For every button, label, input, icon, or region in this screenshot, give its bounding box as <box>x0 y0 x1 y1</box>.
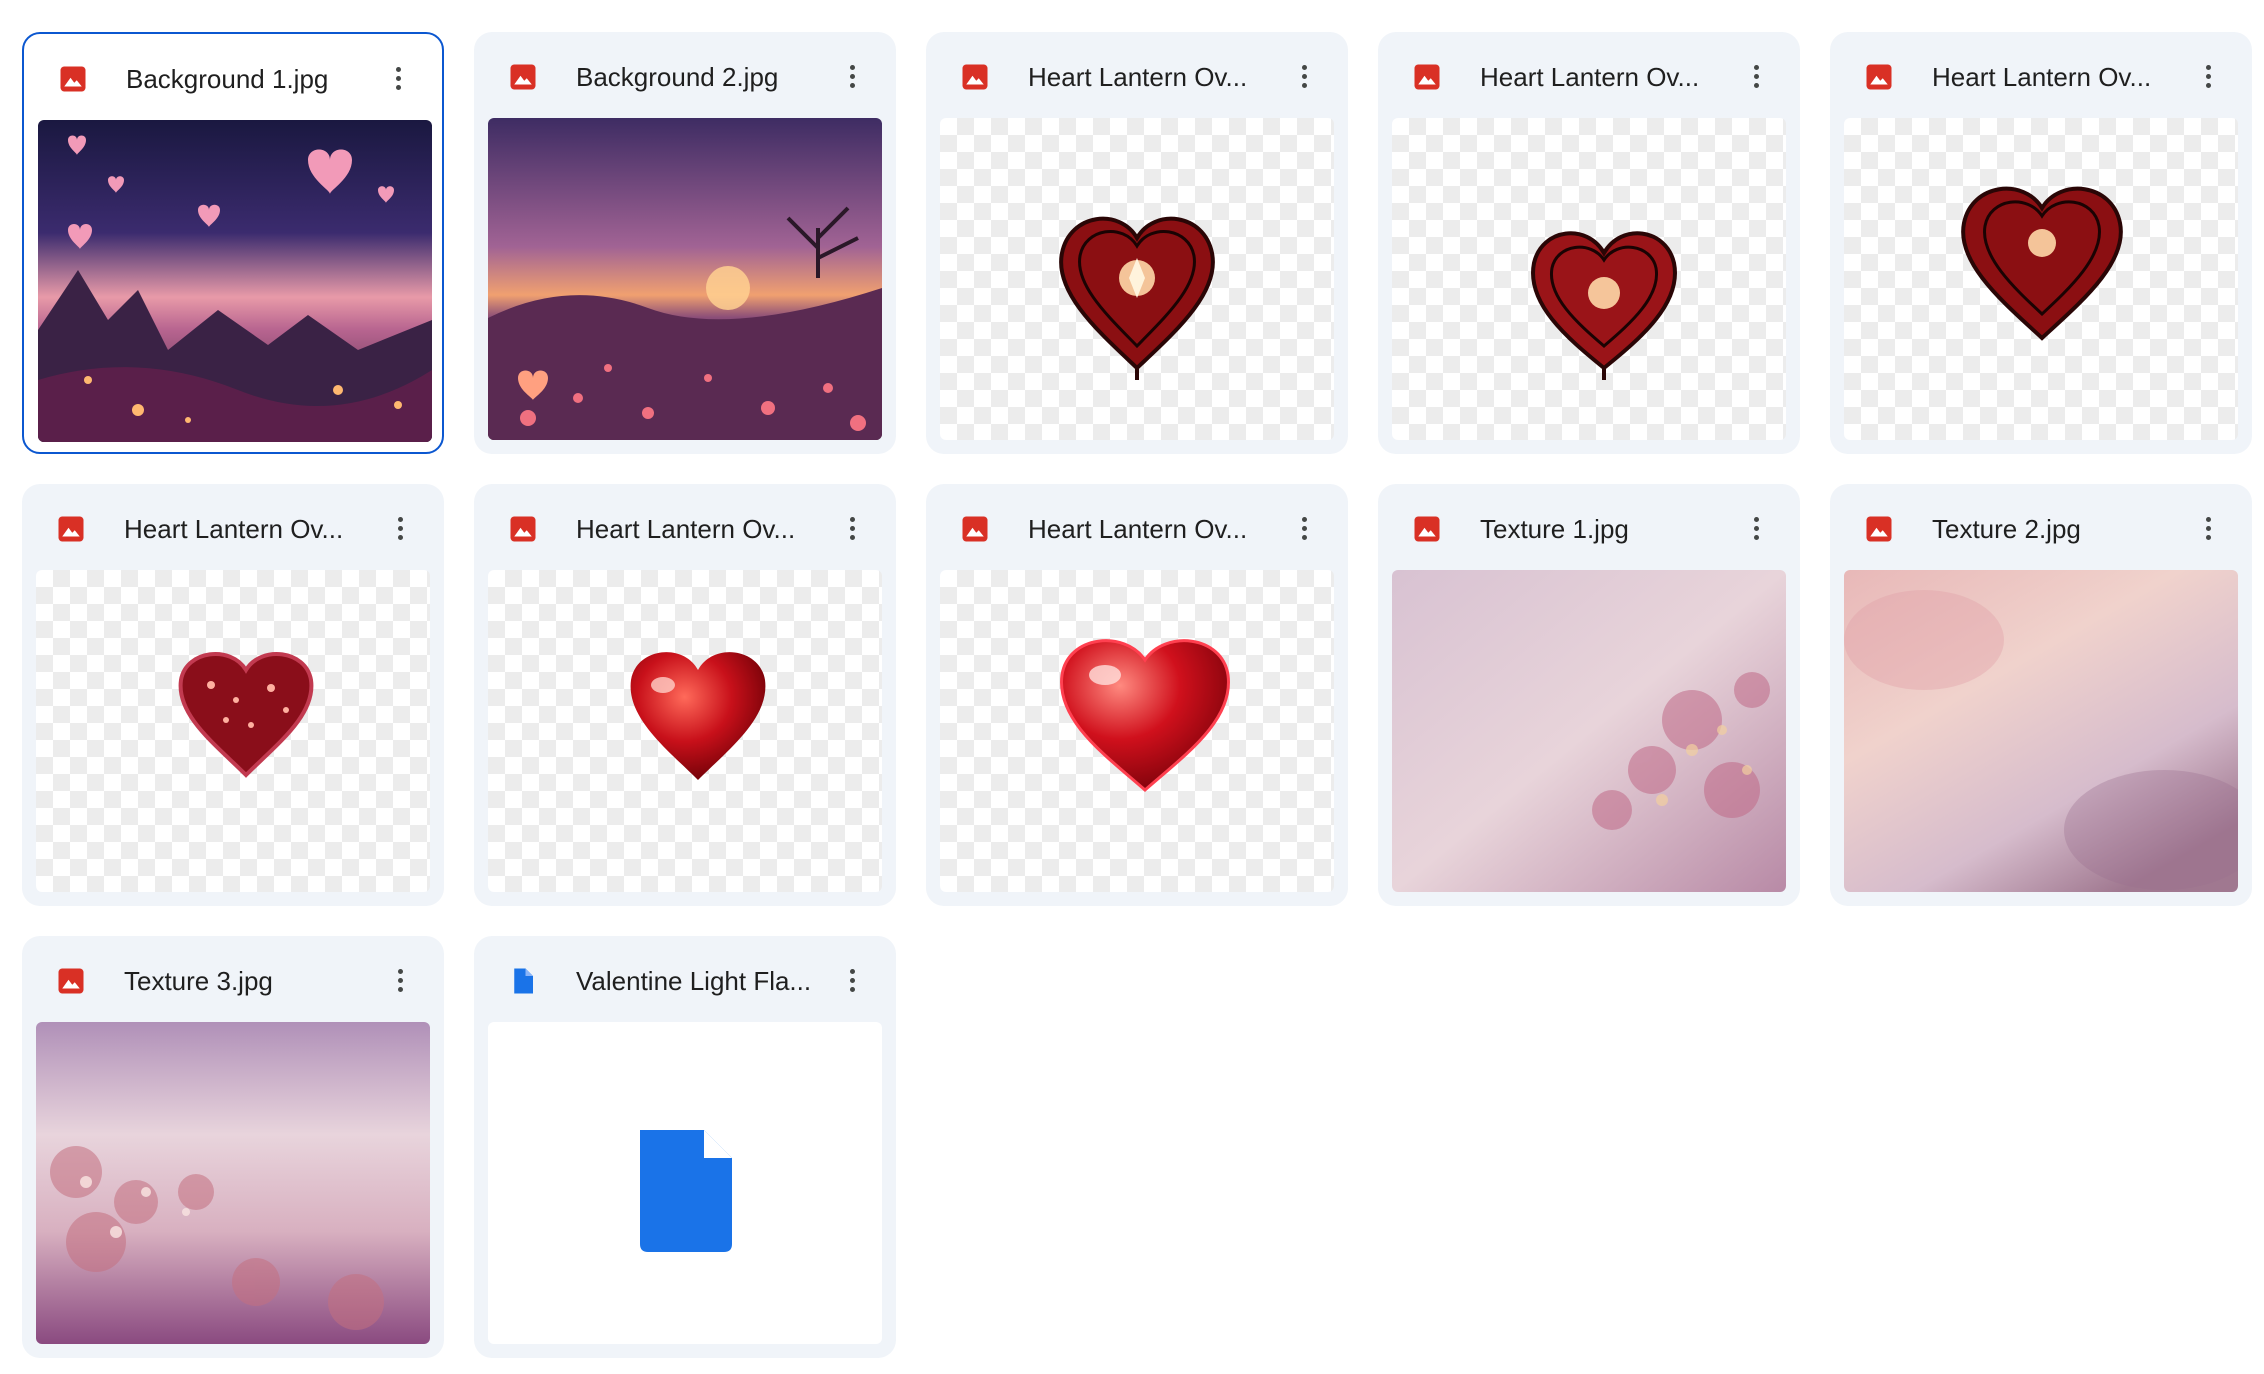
ornate-heart-lantern-image <box>1961 186 2123 341</box>
file-name: Heart Lantern Ov... <box>124 514 344 544</box>
night-sky-heart-balloons-image <box>38 120 432 442</box>
file-card-texture-1[interactable]: Texture 1.jpg <box>1378 484 1800 906</box>
file-thumbnail[interactable] <box>36 1022 430 1344</box>
image-file-icon <box>58 968 84 994</box>
image-file-icon <box>510 516 536 542</box>
floral-pink-texture-image <box>1392 570 1786 892</box>
file-card-background-1[interactable]: Background 1.jpg <box>22 32 444 454</box>
file-name: Texture 3.jpg <box>124 966 273 996</box>
red-glass-heart-image <box>1060 639 1230 792</box>
more-actions-button[interactable] <box>2190 510 2226 546</box>
more-actions-button[interactable] <box>382 962 418 998</box>
glowing-heart-balloon-image <box>178 652 314 778</box>
file-card-heart-lantern-3[interactable]: Heart Lantern Ov... <box>1830 32 2252 454</box>
more-actions-button[interactable] <box>834 510 870 546</box>
more-actions-button[interactable] <box>1738 510 1774 546</box>
file-card-heart-lantern-6[interactable]: Heart Lantern Ov... <box>926 484 1348 906</box>
file-card-header: Heart Lantern Ov... <box>926 484 1348 572</box>
file-card-header: Texture 3.jpg <box>22 936 444 1024</box>
file-card-heart-lantern-2[interactable]: Heart Lantern Ov... <box>1378 32 1800 454</box>
file-card-header: Background 2.jpg <box>474 32 896 120</box>
file-thumbnail[interactable] <box>36 570 430 892</box>
ornate-heart-lantern-image <box>1059 216 1215 380</box>
file-card-heart-lantern-4[interactable]: Heart Lantern Ov... <box>22 484 444 906</box>
file-thumbnail[interactable] <box>488 1022 882 1344</box>
file-card-texture-3[interactable]: Texture 3.jpg <box>22 936 444 1358</box>
file-card-header: Valentine Light Fla... <box>474 936 896 1024</box>
file-card-heart-lantern-5[interactable]: Heart Lantern Ov... <box>474 484 896 906</box>
image-file-icon <box>1414 516 1440 542</box>
more-actions-button[interactable] <box>834 962 870 998</box>
image-file-icon <box>1414 64 1440 90</box>
floral-purple-texture-image <box>36 1022 430 1344</box>
file-card-background-2[interactable]: Background 2.jpg <box>474 32 896 454</box>
file-thumbnail[interactable] <box>488 118 882 440</box>
image-file-icon <box>60 66 86 92</box>
file-card-header: Texture 2.jpg <box>1830 484 2252 572</box>
file-card-header: Heart Lantern Ov... <box>1830 32 2252 120</box>
file-card-header: Heart Lantern Ov... <box>926 32 1348 120</box>
file-card-valentine-light-flare[interactable]: Valentine Light Fla... <box>474 936 896 1358</box>
more-actions-button[interactable] <box>382 510 418 546</box>
more-actions-button[interactable] <box>1286 58 1322 94</box>
file-name: Valentine Light Fla... <box>576 966 812 996</box>
more-actions-button[interactable] <box>380 60 416 96</box>
image-file-icon <box>962 64 988 90</box>
file-name: Heart Lantern Ov... <box>1028 62 1248 92</box>
more-actions-button[interactable] <box>2190 58 2226 94</box>
file-name: Texture 1.jpg <box>1480 514 1629 544</box>
red-foil-heart-balloon-image <box>630 652 766 780</box>
file-card-heart-lantern-1[interactable]: Heart Lantern Ov... <box>926 32 1348 454</box>
file-thumbnail[interactable] <box>940 118 1334 440</box>
file-thumbnail[interactable] <box>488 570 882 892</box>
file-card-header: Texture 1.jpg <box>1378 484 1800 572</box>
file-thumbnail[interactable] <box>1392 570 1786 892</box>
image-file-icon <box>1866 64 1892 90</box>
file-card-header: Heart Lantern Ov... <box>22 484 444 572</box>
file-name: Heart Lantern Ov... <box>1028 514 1248 544</box>
file-card-header: Heart Lantern Ov... <box>474 484 896 572</box>
soft-pink-texture-image <box>1844 570 2238 892</box>
file-thumbnail[interactable] <box>38 120 432 442</box>
file-name: Background 2.jpg <box>576 62 779 92</box>
file-name: Texture 2.jpg <box>1932 514 2081 544</box>
image-file-icon <box>1866 516 1892 542</box>
more-actions-button[interactable] <box>1738 58 1774 94</box>
more-actions-button[interactable] <box>1286 510 1322 546</box>
file-thumbnail[interactable] <box>940 570 1334 892</box>
file-thumbnail[interactable] <box>1844 118 2238 440</box>
image-file-icon <box>58 516 84 542</box>
document-icon <box>640 1130 732 1252</box>
file-name: Heart Lantern Ov... <box>1932 62 2152 92</box>
file-card-header: Background 1.jpg <box>24 34 442 122</box>
image-file-icon <box>510 64 536 90</box>
ornate-heart-lantern-image <box>1530 231 1678 380</box>
file-name: Background 1.jpg <box>126 64 329 94</box>
document-file-icon <box>514 968 533 994</box>
file-name: Heart Lantern Ov... <box>576 514 796 544</box>
file-card-texture-2[interactable]: Texture 2.jpg <box>1830 484 2252 906</box>
image-file-icon <box>962 516 988 542</box>
sunset-field-heart-lanterns-image <box>488 118 882 440</box>
more-actions-button[interactable] <box>834 58 870 94</box>
file-card-header: Heart Lantern Ov... <box>1378 32 1800 120</box>
file-name: Heart Lantern Ov... <box>1480 62 1700 92</box>
file-thumbnail[interactable] <box>1392 118 1786 440</box>
file-thumbnail[interactable] <box>1844 570 2238 892</box>
